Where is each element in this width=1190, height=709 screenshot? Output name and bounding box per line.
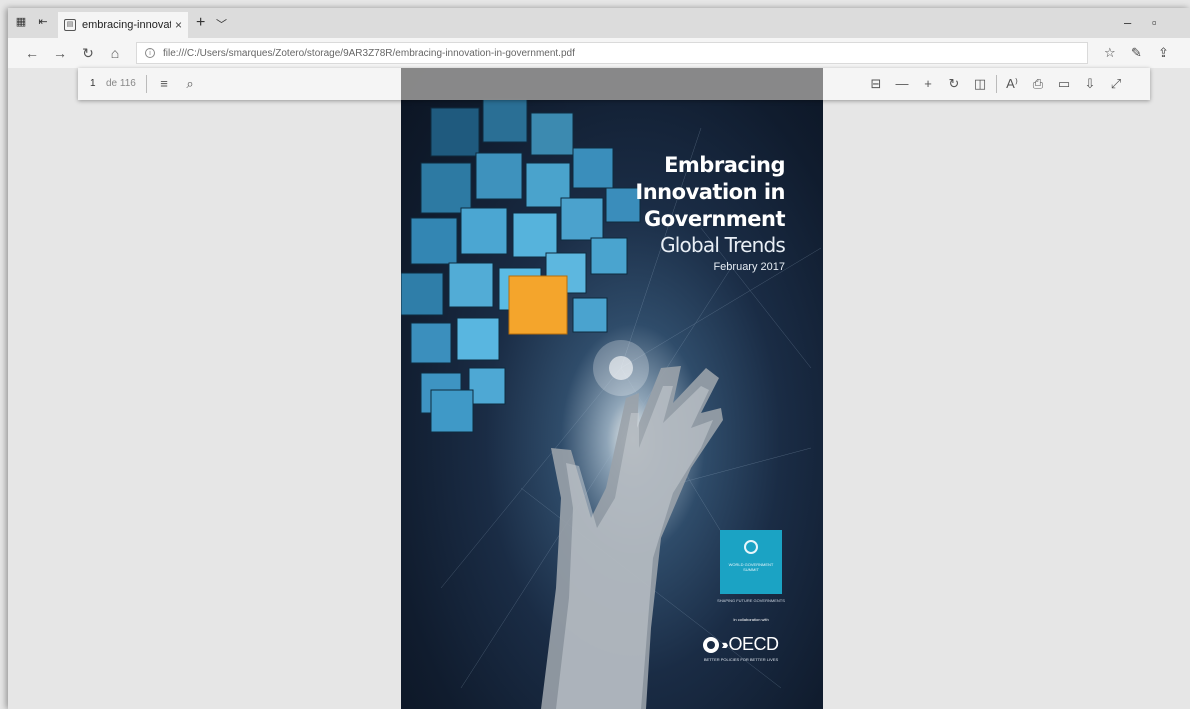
restore-icon[interactable]: ▫: [1152, 15, 1157, 30]
page-number-input[interactable]: 1: [90, 78, 96, 89]
fit-to-width-icon[interactable]: ⊟: [868, 76, 884, 92]
cover-title-line: Government: [643, 207, 786, 231]
save-icon[interactable]: ▭: [1056, 76, 1072, 92]
wgs-tagline: SHAPING FUTURE GOVERNMENTS: [717, 598, 785, 603]
tab-actions-icon[interactable]: ▦: [14, 16, 28, 28]
tab-active[interactable]: ▤ embracing-innovation-i ×: [58, 12, 188, 38]
page-view-icon[interactable]: ◫: [972, 76, 988, 92]
minimize-icon[interactable]: –: [1124, 15, 1131, 30]
info-icon[interactable]: i: [145, 48, 155, 58]
pdf-file-icon: ▤: [64, 19, 76, 31]
arrow-right-icon[interactable]: →: [52, 45, 68, 61]
oecd-logo: ››› OECD BETTER POLICIES FOR BETTER LIVE…: [691, 634, 791, 662]
list-icon[interactable]: ≡: [156, 76, 172, 91]
tab-title: embracing-innovation-i: [82, 19, 171, 31]
fullscreen-icon[interactable]: ⤢: [1108, 76, 1124, 92]
globe-icon: [703, 636, 720, 653]
page-total: de 116: [106, 78, 136, 89]
address-bar[interactable]: i file:///C:/Users/smarques/Zotero/stora…: [136, 42, 1088, 64]
navigation-bar: ← → ↻ ⌂ i file:///C:/Users/smarques/Zote…: [8, 38, 1190, 68]
search-icon[interactable]: ⌕: [182, 76, 198, 92]
minus-icon[interactable]: —: [894, 76, 910, 91]
refresh-icon[interactable]: ↻: [80, 45, 96, 62]
pen-icon[interactable]: ✎: [1131, 45, 1142, 61]
cover-title-line: Innovation in: [635, 180, 785, 204]
save-as-icon[interactable]: ⇩: [1082, 76, 1098, 92]
chevron-down-icon[interactable]: ﹀: [216, 16, 227, 32]
new-tab-button[interactable]: +: [196, 14, 205, 32]
url-text: file:///C:/Users/smarques/Zotero/storage…: [163, 47, 575, 59]
close-icon[interactable]: ×: [175, 18, 182, 32]
set-aside-tabs-icon[interactable]: ⇤: [36, 16, 50, 28]
pdf-page: Embracing Innovation in Government Globa…: [401, 68, 823, 709]
pdf-toolbar: 1 de 116 ≡ ⌕ ⊟ — + ↻ ◫ A⁾ ⎙ ▭ ⇩ ⤢: [78, 68, 1150, 100]
share-icon[interactable]: ⇪: [1158, 45, 1169, 61]
oecd-name: OECD: [728, 634, 779, 654]
wgs-label: WORLD GOVERNMENT SUMMIT: [728, 562, 774, 572]
collaboration-text: In collaboration with: [733, 617, 769, 622]
rotate-icon[interactable]: ↻: [946, 76, 962, 92]
tab-strip: ▦ ⇤ ▤ embracing-innovation-i × + ﹀ – ▫: [8, 8, 1190, 38]
plus-icon[interactable]: +: [920, 76, 936, 91]
world-government-summit-logo: WORLD GOVERNMENT SUMMIT: [720, 530, 782, 594]
arrow-left-icon[interactable]: ←: [24, 45, 40, 61]
cover-title-block: Embracing Innovation in Government Globa…: [635, 152, 785, 275]
read-aloud-icon[interactable]: A⁾: [1004, 76, 1020, 92]
browser-window: ▦ ⇤ ▤ embracing-innovation-i × + ﹀ – ▫ ←…: [8, 8, 1190, 709]
print-icon[interactable]: ⎙: [1030, 76, 1046, 92]
pdf-viewer: Embracing Innovation in Government Globa…: [8, 68, 1190, 709]
oecd-tagline: BETTER POLICIES FOR BETTER LIVES: [703, 657, 779, 662]
favorites-star-icon[interactable]: ☆: [1104, 45, 1116, 61]
cover-title-line: Embracing: [664, 153, 785, 177]
cover-date: February 2017: [713, 261, 785, 273]
cover-subtitle: Global Trends: [660, 233, 786, 257]
home-icon[interactable]: ⌂: [107, 45, 123, 61]
